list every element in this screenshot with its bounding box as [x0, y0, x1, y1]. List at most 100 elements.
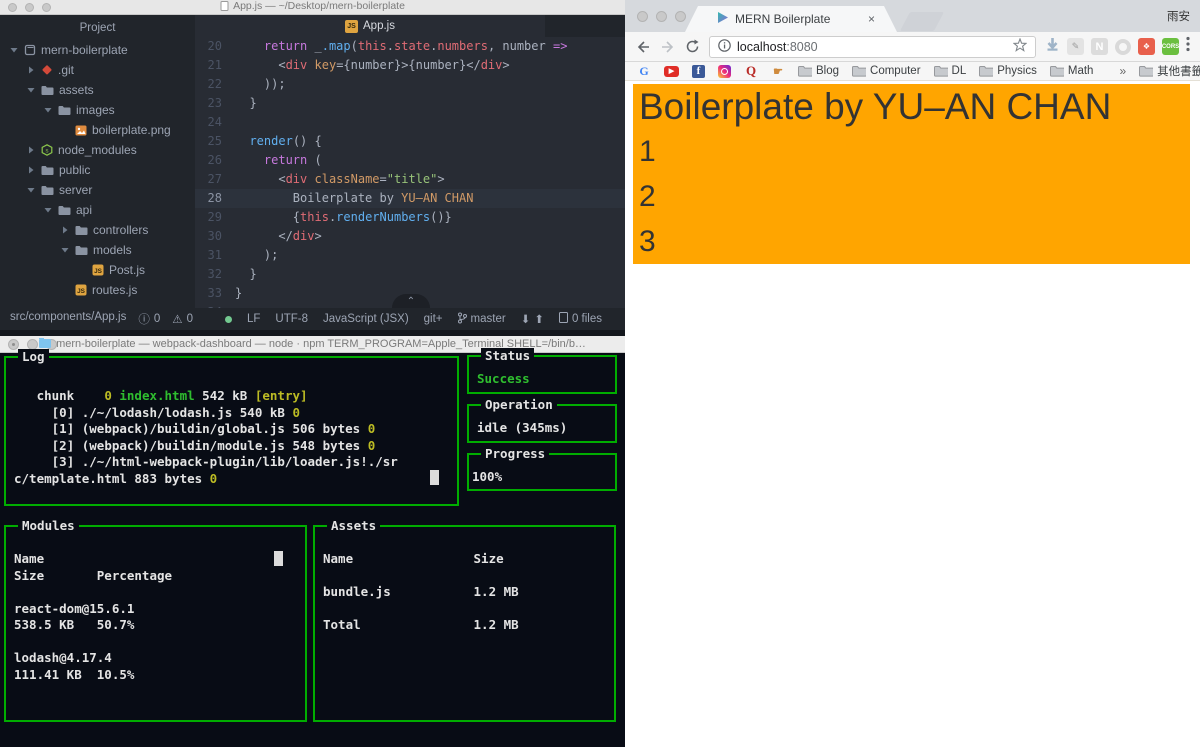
browser-profile-name[interactable]: 雨安: [1167, 8, 1190, 24]
bookmark-blog[interactable]: Blog: [798, 64, 839, 78]
encoding[interactable]: UTF-8: [275, 313, 308, 325]
git-plus[interactable]: git+: [424, 313, 443, 325]
back-button[interactable]: [635, 40, 651, 54]
tree-item-mern-boilerplate[interactable]: mern-boilerplate: [0, 40, 195, 60]
browser-window: MERN Boilerplate × 雨安 localhost:8080: [625, 0, 1200, 747]
grammar[interactable]: JavaScript (JSX): [323, 313, 409, 325]
bookmark-instagram[interactable]: [718, 65, 731, 78]
code-editor[interactable]: 20 return _.map(this.state.numbers, numb…: [195, 37, 625, 308]
line-ending[interactable]: LF: [247, 313, 260, 325]
code-line-24[interactable]: 24: [195, 113, 625, 132]
file-path[interactable]: src/components/App.js: [10, 311, 126, 327]
pull-icon[interactable]: ⬇: [521, 312, 531, 326]
bookmark-google[interactable]: G: [637, 64, 651, 78]
bookmark-physics[interactable]: Physics: [979, 64, 1037, 78]
code-line-22[interactable]: 22 ));: [195, 75, 625, 94]
code-line-21[interactable]: 21 <div key={number}>{number}</div>: [195, 56, 625, 75]
bookmark-hand[interactable]: ☛: [771, 64, 785, 78]
red-extension-icon[interactable]: ❖: [1138, 38, 1155, 55]
browser-menu-icon[interactable]: [1186, 36, 1190, 57]
zoom-button[interactable]: [675, 11, 686, 22]
bookmark-computer[interactable]: Computer: [852, 64, 921, 78]
url-port: :8080: [786, 40, 817, 54]
url-bar[interactable]: localhost:8080: [709, 36, 1036, 58]
code-line-29[interactable]: 29 {this.renderNumbers()}: [195, 208, 625, 227]
tab-close-icon[interactable]: ×: [868, 12, 875, 26]
forward-button[interactable]: [660, 40, 676, 54]
code-line-23[interactable]: 23 }: [195, 94, 625, 113]
bookmarks-overflow-icon[interactable]: »: [1119, 64, 1126, 78]
code-line-27[interactable]: 27 <div className="title">: [195, 170, 625, 189]
bookmarks-bar: G ▶ f Q ☛ Blog Computer DL Physics Math » 其他書籤: [625, 62, 1200, 81]
tree-item-node-modules[interactable]: snode_modules: [0, 140, 195, 160]
code-line-26[interactable]: 26 return (: [195, 151, 625, 170]
tree-item-label: node_modules: [58, 143, 137, 157]
browser-tab[interactable]: MERN Boilerplate ×: [685, 6, 897, 32]
tree-item-assets[interactable]: assets: [0, 80, 195, 100]
tree-item-boilerplate-png[interactable]: boilerplate.png: [0, 120, 195, 140]
browser-tabstrip[interactable]: MERN Boilerplate × 雨安: [625, 0, 1200, 32]
tree-item-controllers[interactable]: controllers: [0, 220, 195, 240]
close-button[interactable]: [637, 11, 648, 22]
tree-item-images[interactable]: images: [0, 100, 195, 120]
bookmark-quora[interactable]: Q: [744, 64, 758, 78]
tree-item-post-js[interactable]: JSPost.js: [0, 260, 195, 280]
code-line-28[interactable]: 28 Boilerplate by YU–AN CHAN: [195, 189, 625, 208]
problems-info[interactable]: ⓘ0: [138, 311, 160, 327]
problems-warning[interactable]: ⚠0: [172, 311, 193, 327]
bookmark-facebook[interactable]: f: [692, 65, 705, 78]
bookmark-label: Computer: [870, 65, 921, 77]
tree-item-label: server: [59, 183, 92, 197]
cors-extension-icon[interactable]: CORS: [1162, 38, 1179, 55]
loading-extension-icon[interactable]: [1115, 39, 1131, 55]
log-token: [3] ./~/html-webpack-plugin/lib/loader.j…: [14, 454, 398, 469]
code-line-25[interactable]: 25 render() {: [195, 132, 625, 151]
reload-button[interactable]: [685, 39, 700, 54]
chevron-down-icon: [27, 186, 36, 194]
tree-item-public[interactable]: public: [0, 160, 195, 180]
code-text: ));: [235, 75, 286, 94]
code-token: );: [235, 248, 278, 262]
tree-item-server[interactable]: server: [0, 180, 195, 200]
tab-title: MERN Boilerplate: [735, 12, 862, 26]
code-text: return (: [235, 151, 322, 170]
folder-icon: [852, 64, 866, 78]
code-line-30[interactable]: 30 </div>: [195, 227, 625, 246]
tab-app-js[interactable]: JS App.js: [195, 15, 545, 37]
minimize-button[interactable]: [656, 11, 667, 22]
download-extension-icon[interactable]: [1045, 37, 1060, 57]
bookmark-math[interactable]: Math: [1050, 64, 1094, 78]
app-title-block: Boilerplate by YU–AN CHAN 123: [633, 84, 1190, 264]
bookmark-youtube[interactable]: ▶: [664, 66, 679, 77]
code-token: div: [286, 172, 308, 186]
repo-icon: [24, 44, 36, 56]
operation-panel-title: Operation: [481, 397, 557, 412]
edit-extension-icon[interactable]: ✎: [1067, 38, 1084, 55]
tree-item-api[interactable]: api: [0, 200, 195, 220]
line-number: 33: [195, 284, 235, 303]
tree-item-routes-js[interactable]: JSroutes.js: [0, 280, 195, 300]
bookmark-dl[interactable]: DL: [934, 64, 967, 78]
notion-extension-icon[interactable]: N: [1091, 38, 1108, 55]
code-token: Boilerplate by: [235, 191, 401, 205]
other-bookmarks-folder[interactable]: 其他書籤: [1139, 63, 1200, 79]
code-line-20[interactable]: 20 return _.map(this.state.numbers, numb…: [195, 37, 625, 56]
code-token: [235, 39, 264, 53]
git-branch[interactable]: master: [458, 312, 506, 327]
linter-status-icon[interactable]: [225, 316, 232, 323]
code-token: }: [235, 96, 257, 110]
page-info-icon[interactable]: [718, 39, 731, 55]
tree-item--git[interactable]: .git: [0, 60, 195, 80]
folder-icon: [798, 64, 812, 78]
line-number: 23: [195, 94, 235, 113]
changed-files[interactable]: 0 files: [559, 312, 602, 326]
scroll-up-indicator[interactable]: ⌃: [392, 294, 430, 308]
new-tab-button[interactable]: [900, 12, 944, 31]
folder-icon: [75, 225, 88, 236]
code-line-31[interactable]: 31 );: [195, 246, 625, 265]
editor-titlebar[interactable]: App.js — ~/Desktop/mern-boilerplate: [0, 0, 625, 15]
tree-item-models[interactable]: models: [0, 240, 195, 260]
push-icon[interactable]: ⬆: [534, 312, 544, 326]
bookmark-star-icon[interactable]: [1013, 38, 1027, 55]
code-line-32[interactable]: 32 }: [195, 265, 625, 284]
